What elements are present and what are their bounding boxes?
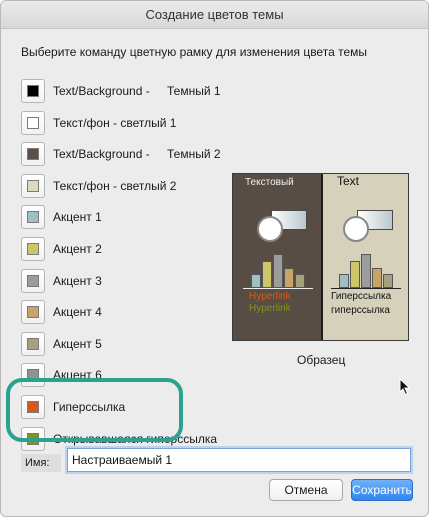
color-label: Акцент 1 — [53, 210, 102, 224]
color-label-suffix: Темный 2 — [167, 147, 221, 161]
preview-dark-panel: Текстовый Hyperlink Hyperlink — [233, 174, 321, 340]
preview-right-baseline — [331, 288, 401, 289]
color-label: Акцент 2 — [53, 242, 102, 256]
color-label: Акцент 4 — [53, 305, 102, 319]
sample-label: Образец — [297, 353, 346, 367]
sample-preview: Текстовый Hyperlink Hyperlink Text Гипер… — [232, 173, 409, 341]
color-swatch-button[interactable] — [21, 79, 45, 103]
color-swatch-button[interactable] — [21, 205, 45, 229]
preview-bar — [361, 254, 371, 288]
color-swatch — [27, 211, 39, 223]
color-swatch-button[interactable] — [21, 174, 45, 198]
preview-left-visited-hyperlink: Hyperlink — [249, 303, 291, 314]
preview-bar — [350, 261, 360, 288]
color-label: Text/Background - — [53, 147, 150, 161]
color-swatch-button[interactable] — [21, 269, 45, 293]
color-label: Текст/фон - светлый 2 — [53, 179, 177, 193]
preview-bar — [339, 274, 349, 288]
preview-left-hyperlink: Hyperlink — [249, 291, 291, 302]
color-swatch — [27, 306, 39, 318]
preview-right-visited-hyperlink: гиперссылка — [331, 305, 390, 316]
mouse-pointer-icon — [399, 378, 411, 396]
name-input[interactable] — [67, 448, 411, 472]
color-label: Текст/фон - светлый 1 — [53, 116, 177, 130]
color-swatch — [27, 243, 39, 255]
color-swatch-button[interactable] — [21, 142, 45, 166]
color-label-suffix: Темный 1 — [167, 84, 221, 98]
preview-right-hyperlink: Гиперссылка — [331, 291, 392, 302]
preview-bar — [295, 274, 305, 288]
hyperlink-highlight-outline — [6, 378, 183, 442]
instruction-text: Выберите команду цветную рамку для измен… — [21, 45, 367, 59]
preview-left-baseline — [243, 288, 313, 289]
preview-bar — [262, 261, 272, 288]
preview-right-chart — [331, 254, 401, 288]
preview-light-panel: Text Гиперссылка гиперссылка — [321, 174, 408, 340]
save-button[interactable]: Сохранить — [351, 479, 413, 501]
color-swatch — [27, 85, 39, 97]
preview-bar — [273, 254, 283, 288]
dialog-title: Создание цветов темы — [1, 1, 428, 29]
color-label: Text/Background - — [53, 84, 150, 98]
color-swatch — [27, 338, 39, 350]
color-swatch-button[interactable] — [21, 111, 45, 135]
preview-left-title: Текстовый — [245, 177, 294, 188]
preview-right-title: Text — [337, 174, 360, 188]
color-label: Акцент 3 — [53, 274, 102, 288]
preview-bar — [251, 274, 261, 288]
color-swatch — [27, 117, 39, 129]
color-swatch — [27, 180, 39, 192]
preview-bar — [284, 268, 294, 288]
color-swatch-button[interactable] — [21, 332, 45, 356]
preview-bar — [372, 268, 382, 288]
theme-colors-dialog: Создание цветов темы Выберите команду цв… — [0, 0, 429, 517]
color-swatch-button[interactable] — [21, 237, 45, 261]
preview-right-circle — [343, 216, 369, 242]
preview-bar — [383, 274, 393, 288]
color-label: Акцент 5 — [53, 337, 102, 351]
name-label: Имя: — [21, 454, 61, 472]
color-swatch — [27, 148, 39, 160]
preview-left-chart — [243, 254, 313, 288]
color-swatch-button[interactable] — [21, 300, 45, 324]
cancel-button[interactable]: Отмена — [269, 479, 343, 501]
color-swatch — [27, 275, 39, 287]
preview-left-circle — [257, 216, 283, 242]
